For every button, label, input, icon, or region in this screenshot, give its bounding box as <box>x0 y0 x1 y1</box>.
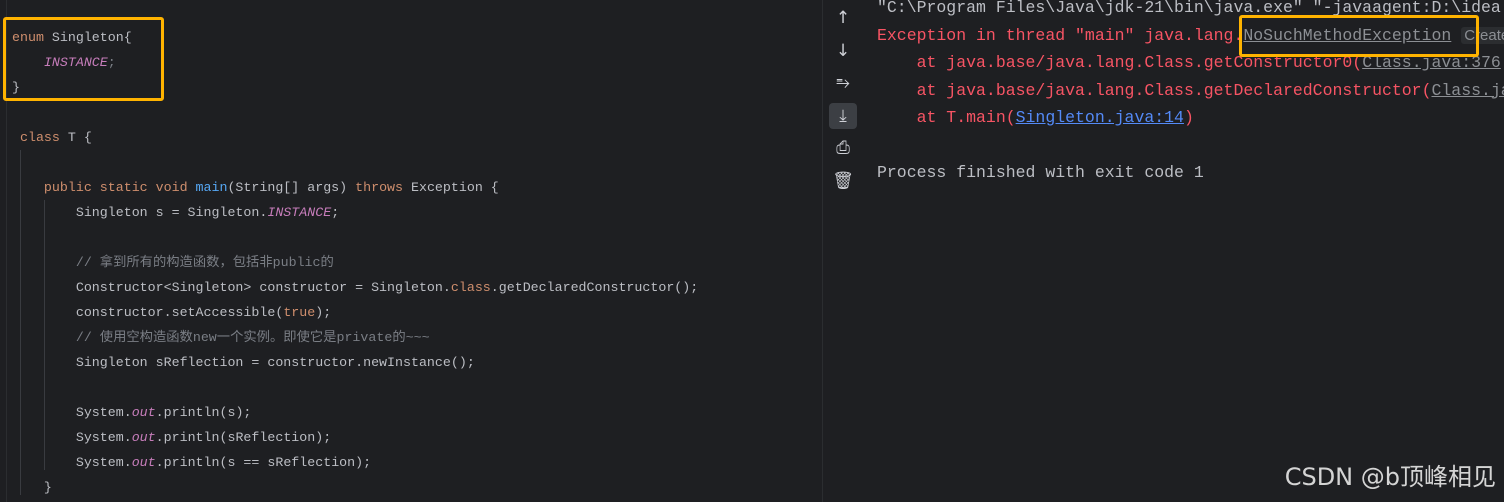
code-token: System. <box>12 405 132 420</box>
stacktrace-link[interactable]: Singleton.java:14 <box>1016 108 1184 127</box>
console-text: ) <box>1183 108 1194 127</box>
code-line: System.out.println(sReflection); <box>12 425 331 450</box>
code-token: ); <box>315 305 332 320</box>
scroll-to-end-icon[interactable]: ⤓ <box>829 103 857 129</box>
console-toolbar: ↑ ↓ ⥱ ⤓ ⎙ 🗑 <box>822 0 863 502</box>
code-token: main <box>195 180 228 195</box>
code-token: INSTANCE <box>267 205 332 220</box>
code-token: out <box>131 455 156 470</box>
code-line: // 拿到所有的构造函数，包括非public的 <box>12 250 334 275</box>
code-token: class <box>12 130 68 145</box>
highlight-box-exception <box>1239 15 1479 57</box>
code-token: Constructor<Singleton> constructor = Sin… <box>12 280 451 295</box>
code-token: out <box>131 405 156 420</box>
code-line: public static void main(String[] args) t… <box>12 175 499 200</box>
code-token: Singleton s = Singleton. <box>12 205 268 220</box>
code-token: true <box>283 305 316 320</box>
code-token: throws <box>355 180 411 195</box>
soft-wrap-icon[interactable]: ⥱ <box>829 70 857 96</box>
code-token: .println(s); <box>155 405 252 420</box>
code-line: Constructor<Singleton> constructor = Sin… <box>12 275 698 300</box>
console-text: Process finished with exit code 1 <box>877 163 1204 182</box>
code-line: System.out.println(s == sReflection); <box>12 450 371 475</box>
trash-icon[interactable]: 🗑 <box>829 168 857 194</box>
code-token: Singleton sReflection = constructor.newI… <box>12 355 475 370</box>
code-line: Singleton s = Singleton.INSTANCE; <box>12 200 339 225</box>
up-arrow-icon[interactable]: ↑ <box>829 5 857 31</box>
console-line: at java.base/java.lang.Class.getDeclared… <box>877 80 1504 102</box>
code-token: // 拿到所有的构造函数，包括非public的 <box>12 255 334 270</box>
console-text: at java.base/java.lang.Class.getDeclared… <box>877 80 1432 100</box>
stacktrace-link[interactable]: Class.java <box>1432 81 1504 100</box>
code-editor[interactable]: enum Singleton{ INSTANCE;} class T { pub… <box>0 0 822 502</box>
code-token: } <box>12 480 52 495</box>
code-line: Singleton sReflection = constructor.newI… <box>12 350 475 375</box>
code-token: Exception { <box>410 180 499 195</box>
down-arrow-icon[interactable]: ↓ <box>829 38 857 64</box>
code-line: System.out.println(s); <box>12 400 252 425</box>
code-token: ; <box>331 205 340 220</box>
console-line: at T.main(Singleton.java:14) <box>877 107 1194 129</box>
code-line: // 使用空构造函数new一个实例。即使它是private的~~~ <box>12 325 430 350</box>
code-token: out <box>131 430 156 445</box>
code-token: T { <box>67 130 92 145</box>
watermark: CSDN @b顶峰相见 <box>1284 463 1496 491</box>
console-text: Exception in thread "main" java.lang. <box>877 25 1244 45</box>
code-token: // 使用空构造函数new一个实例。即使它是private的~~~ <box>12 330 430 345</box>
code-token: (String[] args) <box>227 180 356 195</box>
code-line: class T { <box>12 125 92 150</box>
code-line: constructor.setAccessible(true); <box>12 300 331 325</box>
code-token: public static void <box>12 180 196 195</box>
print-icon[interactable]: ⎙ <box>829 135 857 161</box>
code-token: System. <box>12 455 132 470</box>
code-line: } <box>12 475 52 500</box>
console-line: Process finished with exit code 1 <box>877 162 1204 184</box>
code-token: class <box>450 280 491 295</box>
highlight-box-enum <box>3 17 164 101</box>
console-text: at T.main( <box>877 108 1016 127</box>
code-token: .getDeclaredConstructor(); <box>490 280 699 295</box>
code-token: .println(sReflection); <box>155 430 332 445</box>
code-token: .println(s == sReflection); <box>155 455 372 470</box>
code-token: System. <box>12 430 132 445</box>
run-console-output[interactable]: "C:\Program Files\Java\jdk-21\bin\java.e… <box>863 0 1504 502</box>
code-token: constructor.setAccessible( <box>12 305 284 320</box>
